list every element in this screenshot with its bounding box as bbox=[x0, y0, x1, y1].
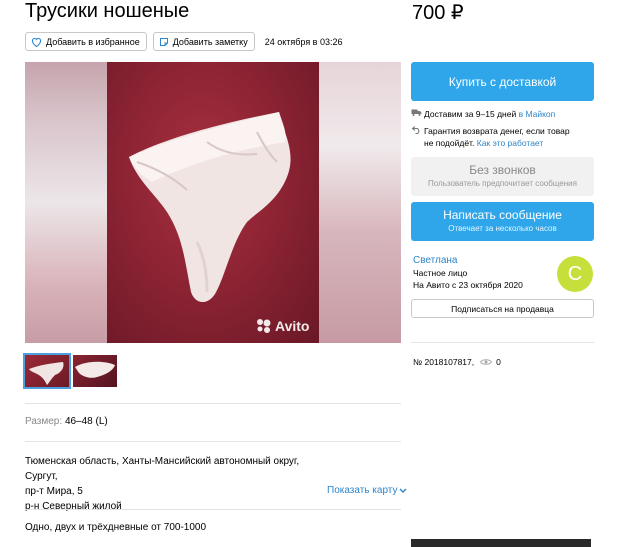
guarantee-info: Гарантия возврата денег, если товар не п… bbox=[411, 125, 570, 149]
write-message-subtitle: Отвечает за несколько часов bbox=[448, 224, 557, 233]
show-map-label: Показать карту bbox=[327, 485, 398, 496]
guarantee-text-2: не подойдёт. bbox=[424, 138, 475, 148]
main-photo[interactable] bbox=[25, 62, 401, 343]
seller-name-link[interactable]: Светлана bbox=[413, 255, 458, 266]
ad-banner[interactable] bbox=[411, 539, 591, 547]
no-calls-button[interactable]: Без звонков Пользователь предпочитает со… bbox=[411, 157, 594, 196]
address: Тюменская область, Ханты-Мансийский авто… bbox=[25, 454, 325, 514]
watermark-text: Avito bbox=[275, 318, 310, 334]
return-icon bbox=[411, 125, 424, 149]
divider bbox=[411, 342, 594, 343]
how-it-works-link[interactable]: Как это работает bbox=[477, 138, 544, 148]
chevron-down-icon bbox=[399, 488, 407, 493]
size-row: Размер: 46–48 (L) bbox=[25, 416, 108, 427]
seller-since: На Авито с 23 октября 2020 bbox=[413, 280, 523, 290]
add-note-button[interactable]: Добавить заметку bbox=[152, 32, 255, 51]
address-line: р-н Северный жилой bbox=[25, 501, 122, 512]
listing-number: № 2018107817, bbox=[413, 357, 475, 367]
note-icon bbox=[159, 37, 168, 46]
divider bbox=[25, 403, 401, 404]
heart-icon bbox=[31, 37, 42, 47]
description: Одно, двух и трёхдневные от 700-1000 bbox=[25, 522, 207, 533]
avito-watermark: Avito bbox=[256, 318, 309, 334]
size-value: 46–48 (L) bbox=[64, 416, 108, 427]
delivery-text: Доставим за 9–15 дней bbox=[424, 109, 519, 119]
views-count: 0 bbox=[496, 357, 501, 367]
divider bbox=[25, 441, 401, 442]
no-calls-subtitle: Пользователь предпочитает сообщения bbox=[428, 179, 577, 188]
seller-type: Частное лицо bbox=[413, 268, 468, 278]
write-message-title: Написать сообщение bbox=[443, 208, 562, 222]
product-photo bbox=[107, 62, 319, 343]
listing-actions: Добавить в избранное Добавить заметку 24… bbox=[25, 32, 343, 51]
listing-title: Трусики ношеные bbox=[25, 0, 190, 22]
subscribe-seller-button[interactable]: Подписаться на продавца bbox=[411, 299, 594, 318]
delivery-city-link[interactable]: в Майкоп bbox=[519, 109, 556, 119]
thumbnail-1[interactable] bbox=[23, 353, 71, 389]
write-message-button[interactable]: Написать сообщение Отвечает за несколько… bbox=[411, 202, 594, 241]
address-line: Тюменская область, Ханты-Мансийский авто… bbox=[25, 456, 300, 482]
size-label: Размер: bbox=[25, 416, 63, 427]
add-note-label: Добавить заметку bbox=[172, 36, 248, 47]
avito-logo-icon bbox=[257, 319, 271, 333]
product-image bbox=[129, 112, 291, 303]
listing-meta: № 2018107817, 0 bbox=[413, 357, 501, 367]
subscribe-label: Подписаться на продавца bbox=[451, 303, 554, 314]
buy-with-delivery-button[interactable]: Купить с доставкой bbox=[411, 62, 594, 101]
delivery-info: Доставим за 9–15 дней в Майкоп bbox=[411, 108, 555, 120]
divider bbox=[25, 509, 401, 510]
address-line: пр-т Мира, 5 bbox=[25, 486, 83, 497]
thumbnail-2[interactable] bbox=[73, 355, 117, 387]
add-to-favorites-button[interactable]: Добавить в избранное bbox=[25, 32, 147, 51]
listing-date: 24 октября в 03:26 bbox=[264, 36, 343, 47]
guarantee-text: Гарантия возврата денег, если товар bbox=[424, 126, 570, 136]
eye-icon bbox=[480, 359, 493, 365]
listing-price: 700 ₽ bbox=[412, 2, 464, 24]
no-calls-title: Без звонков bbox=[469, 163, 536, 177]
avatar[interactable]: С bbox=[557, 256, 593, 292]
show-map-link[interactable]: Показать карту bbox=[327, 485, 407, 496]
truck-icon bbox=[411, 108, 424, 120]
buy-button-label: Купить с доставкой bbox=[448, 74, 557, 89]
add-to-favorites-label: Добавить в избранное bbox=[46, 36, 140, 47]
photo-thumbnails bbox=[23, 353, 121, 389]
